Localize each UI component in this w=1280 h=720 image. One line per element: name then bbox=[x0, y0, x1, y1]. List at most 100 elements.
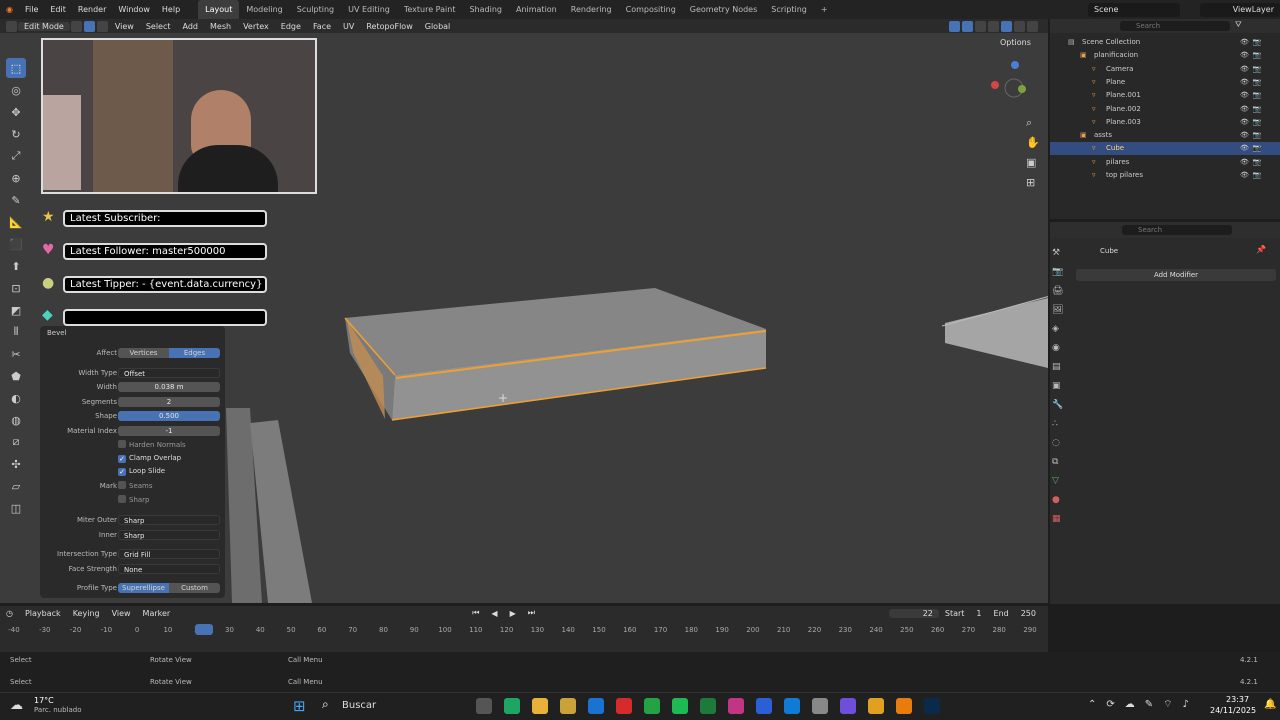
menu-add[interactable]: Add bbox=[177, 22, 205, 31]
visibility-toggle-icon[interactable]: 👁📷 bbox=[1240, 169, 1266, 182]
blender-taskbar-icon[interactable] bbox=[896, 698, 912, 714]
face-select-icon[interactable] bbox=[96, 20, 108, 32]
material-tab-icon[interactable]: ● bbox=[1052, 491, 1068, 510]
particles-tab-icon[interactable]: ∴ bbox=[1052, 415, 1068, 434]
pin-icon[interactable]: 📌 bbox=[1256, 245, 1266, 254]
outliner-item[interactable]: ▿ Cube 👁📷 bbox=[1050, 142, 1280, 156]
instagram-icon[interactable] bbox=[728, 698, 744, 714]
mode-selector[interactable]: Edit Mode bbox=[18, 21, 70, 31]
task-view-icon[interactable] bbox=[476, 698, 492, 714]
taskbar-search-box[interactable]: Buscar bbox=[342, 700, 376, 711]
tab-compositing[interactable]: Compositing bbox=[619, 0, 683, 19]
knife-tool-icon[interactable]: ✂ bbox=[6, 344, 26, 364]
options-button[interactable]: Options bbox=[1000, 38, 1031, 47]
physics-tab-icon[interactable]: ◌ bbox=[1052, 434, 1068, 453]
outliner-item[interactable]: ▿ Camera 👁📷 bbox=[1050, 63, 1280, 76]
outliner-item[interactable]: ▿ Plane 👁📷 bbox=[1050, 76, 1280, 89]
spotify-icon[interactable] bbox=[672, 698, 688, 714]
move-tool-icon[interactable]: ✥ bbox=[6, 102, 26, 122]
playhead-indicator[interactable] bbox=[195, 624, 213, 635]
affect-edges-button[interactable]: Edges bbox=[169, 348, 220, 358]
visibility-toggle-icon[interactable]: 👁📷 bbox=[1240, 36, 1266, 49]
whatsapp-icon[interactable] bbox=[644, 698, 660, 714]
tab-shading[interactable]: Shading bbox=[462, 0, 509, 19]
camera-view-icon[interactable]: ▣ bbox=[1026, 153, 1040, 173]
bevel-panel-title[interactable]: Bevel bbox=[47, 329, 67, 337]
photoshop-icon[interactable] bbox=[924, 698, 940, 714]
collection-tab-icon[interactable]: ▤ bbox=[1052, 358, 1068, 377]
weather-icon[interactable]: ☁ bbox=[10, 698, 23, 713]
scene-selector[interactable]: Scene bbox=[1088, 2, 1180, 17]
excel-icon[interactable] bbox=[700, 698, 716, 714]
inner-miter-dropdown[interactable]: Sharp bbox=[118, 530, 220, 540]
zoom-icon[interactable]: ⌕ bbox=[1026, 113, 1040, 133]
tool-tab-icon[interactable]: ⚒ bbox=[1052, 244, 1068, 263]
poly-build-tool-icon[interactable]: ⬟ bbox=[6, 366, 26, 386]
world-tab-icon[interactable]: ◉ bbox=[1052, 339, 1068, 358]
object-tab-icon[interactable]: ▣ bbox=[1052, 377, 1068, 396]
search-icon[interactable]: ⌕ bbox=[322, 697, 329, 712]
tab-texture-paint[interactable]: Texture Paint bbox=[397, 0, 463, 19]
spin-tool-icon[interactable]: ◐ bbox=[6, 388, 26, 408]
menu-retopoflow[interactable]: RetopoFlow bbox=[360, 22, 418, 31]
outliner-item[interactable]: ▿ Plane.002 👁📷 bbox=[1050, 103, 1280, 116]
view-layer-tab-icon[interactable]: 🖼 bbox=[1052, 301, 1068, 320]
visibility-toggle-icon[interactable]: 👁📷 bbox=[1240, 49, 1266, 62]
modifier-tab-icon[interactable]: 🔧 bbox=[1052, 396, 1068, 415]
menu-view[interactable]: View bbox=[109, 22, 140, 31]
outliner-item[interactable]: ▿ Plane.003 👁📷 bbox=[1050, 116, 1280, 129]
scale-tool-icon[interactable]: ⤢ bbox=[6, 146, 26, 166]
material-index-field[interactable]: -1 bbox=[118, 426, 220, 436]
harden-normals-checkbox[interactable]: Harden Normals bbox=[118, 440, 186, 450]
tab-scripting[interactable]: Scripting bbox=[764, 0, 814, 19]
render-tab-icon[interactable]: 📷 bbox=[1052, 263, 1068, 282]
frame-ruler[interactable]: -40-30-20-100102030405060708090100110120… bbox=[0, 606, 1048, 652]
visibility-toggle-icon[interactable]: 👁📷 bbox=[1240, 89, 1266, 102]
visibility-toggle-icon[interactable]: 👁📷 bbox=[1240, 76, 1266, 89]
mark-seams-checkbox[interactable]: Seams bbox=[118, 481, 153, 491]
texture-tab-icon[interactable]: ▦ bbox=[1052, 510, 1068, 529]
clock-date[interactable]: 24/11/2025 bbox=[1210, 706, 1256, 715]
loop-cut-tool-icon[interactable]: ⫴ bbox=[6, 322, 26, 342]
edge-select-icon[interactable] bbox=[83, 20, 95, 32]
visibility-toggle-icon[interactable]: 👁📷 bbox=[1240, 142, 1266, 155]
smooth-tool-icon[interactable]: ◍ bbox=[6, 410, 26, 430]
rip-region-tool-icon[interactable]: ◫ bbox=[6, 498, 26, 518]
solid-shading-icon[interactable] bbox=[1001, 20, 1012, 32]
vertex-select-icon[interactable] bbox=[70, 20, 82, 32]
app-gray-icon[interactable] bbox=[812, 698, 828, 714]
outliner-item[interactable]: ▤ Scene Collection 👁📷 bbox=[1050, 36, 1280, 49]
app-blue-icon[interactable] bbox=[756, 698, 772, 714]
tab-layout[interactable]: Layout bbox=[198, 0, 240, 19]
profile-custom-button[interactable]: Custom bbox=[169, 583, 220, 593]
output-tab-icon[interactable]: 🖨 bbox=[1052, 282, 1068, 301]
menu-face[interactable]: Face bbox=[307, 22, 337, 31]
outliner-item[interactable]: ▿ top pilares 👁📷 bbox=[1050, 169, 1280, 182]
outliner-item[interactable]: ▿ pilares 👁📷 bbox=[1050, 156, 1280, 169]
profile-superellipse-button[interactable]: Superellipse bbox=[118, 583, 169, 593]
face-strength-dropdown[interactable]: None bbox=[118, 564, 220, 574]
miter-outer-dropdown[interactable]: Sharp bbox=[118, 515, 220, 525]
shrink-fatten-tool-icon[interactable]: ✣ bbox=[6, 454, 26, 474]
visibility-toggle-icon[interactable]: 👁📷 bbox=[1240, 116, 1266, 129]
system-tray-icons[interactable]: ⌃⟳☁✎⌔♪ bbox=[1088, 698, 1199, 711]
visibility-toggle-icon[interactable]: 👁📷 bbox=[1240, 63, 1266, 76]
editor-type-icon[interactable] bbox=[6, 20, 17, 32]
extrude-tool-icon[interactable]: ⬆ bbox=[6, 256, 26, 276]
menu-select[interactable]: Select bbox=[140, 22, 177, 31]
clock-time[interactable]: 23:37 bbox=[1226, 695, 1249, 704]
material-shading-icon[interactable] bbox=[1014, 20, 1025, 32]
pan-hand-icon[interactable]: ✋ bbox=[1026, 133, 1040, 153]
width-field[interactable]: 0.038 m bbox=[118, 382, 220, 392]
menu-vertex[interactable]: Vertex bbox=[237, 22, 275, 31]
menu-render[interactable]: Render bbox=[72, 5, 112, 14]
data-tab-icon[interactable]: ▽ bbox=[1052, 472, 1068, 491]
edge-browser-icon[interactable] bbox=[784, 698, 800, 714]
menu-file[interactable]: File bbox=[19, 5, 44, 14]
file-explorer-icon[interactable] bbox=[532, 698, 548, 714]
menu-edit[interactable]: Edit bbox=[44, 5, 72, 14]
edge-slide-tool-icon[interactable]: ⧄ bbox=[6, 432, 26, 452]
defender-icon[interactable] bbox=[588, 698, 604, 714]
add-cube-tool-icon[interactable]: ⬛ bbox=[6, 234, 26, 254]
clamp-overlap-checkbox[interactable]: ✓ Clamp Overlap bbox=[118, 454, 181, 464]
